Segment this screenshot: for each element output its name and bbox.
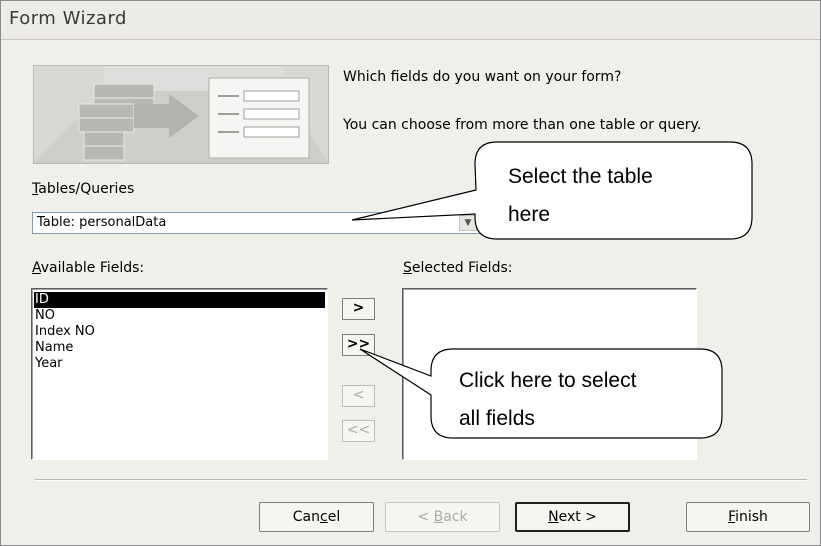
callout-table-line1: Select the table	[508, 165, 653, 188]
callout-table-line2: here	[508, 203, 551, 226]
callout-overlay	[351, 141, 753, 439]
callout-fields-line2: all fields	[459, 407, 535, 430]
callout-fields-line1: Click here to select	[459, 369, 637, 392]
